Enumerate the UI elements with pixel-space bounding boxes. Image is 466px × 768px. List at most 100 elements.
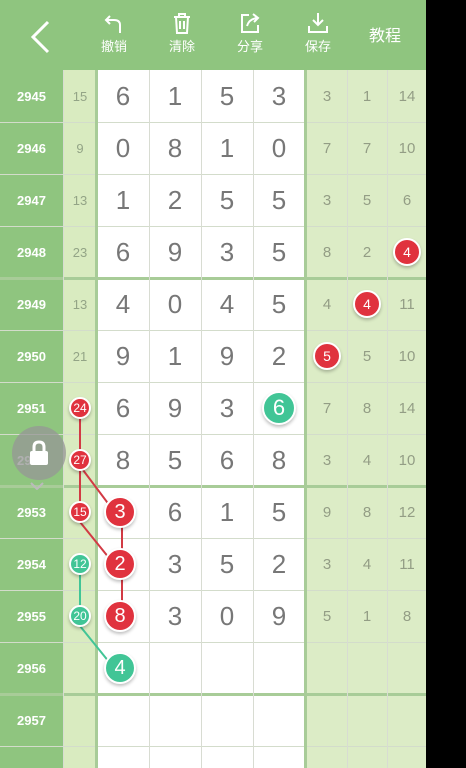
stat-cell[interactable] — [347, 642, 387, 694]
stat-cell[interactable] — [387, 694, 426, 746]
digit-cell[interactable]: 5 — [201, 174, 253, 226]
digit-cell[interactable]: 5 — [253, 174, 305, 226]
sum-value[interactable]: 13 — [63, 174, 97, 226]
digit-cell[interactable]: 1 — [201, 486, 253, 538]
back-button[interactable] — [18, 0, 62, 70]
digit-cell[interactable]: 6 — [97, 70, 149, 122]
stat-cell[interactable]: 14 — [387, 382, 426, 434]
stat-cell[interactable]: 10 — [387, 122, 426, 174]
stat-cell[interactable]: 9 — [307, 486, 347, 538]
stat-cell[interactable] — [347, 694, 387, 746]
stat-cell[interactable]: 7 — [307, 382, 347, 434]
stat-ball[interactable]: 5 — [313, 342, 341, 370]
stat-cell[interactable]: 11 — [387, 278, 426, 330]
digit-cell[interactable]: 6 — [201, 434, 253, 486]
digit-cell[interactable]: 9 — [253, 590, 305, 642]
sum-ball[interactable]: 27 — [69, 449, 91, 471]
digit-cell[interactable]: 3 — [253, 70, 305, 122]
digit-cell[interactable]: 6 — [97, 382, 149, 434]
digit-cell[interactable]: 5 — [201, 70, 253, 122]
digit-cell[interactable]: 5 — [253, 226, 305, 278]
digit-cell[interactable]: 2 — [253, 330, 305, 382]
digit-cell[interactable]: 0 — [201, 590, 253, 642]
digit-cell[interactable]: 2 — [253, 538, 305, 590]
digit-cell[interactable]: 0 — [149, 278, 201, 330]
digit-cell[interactable]: 1 — [149, 70, 201, 122]
stat-cell[interactable]: 1 — [347, 70, 387, 122]
digit-cell[interactable]: 8 — [253, 434, 305, 486]
stat-cell[interactable] — [307, 694, 347, 746]
sum-value[interactable] — [63, 694, 97, 746]
stat-cell[interactable]: 7 — [307, 122, 347, 174]
stat-cell[interactable]: 3 — [307, 434, 347, 486]
digit-cell[interactable]: 0 — [253, 122, 305, 174]
digit-ball[interactable]: 2 — [104, 548, 136, 580]
undo-button[interactable]: 撤销 — [92, 0, 136, 70]
digit-ball[interactable]: 8 — [104, 600, 136, 632]
digit-cell[interactable]: 9 — [149, 226, 201, 278]
sum-value[interactable]: 13 — [63, 278, 97, 330]
stat-cell[interactable] — [387, 642, 426, 694]
sum-value[interactable]: 15 — [63, 70, 97, 122]
stat-cell[interactable]: 8 — [347, 486, 387, 538]
digit-cell[interactable]: 6 — [149, 486, 201, 538]
sum-ball[interactable]: 24 — [69, 397, 91, 419]
stat-cell[interactable]: 12 — [387, 486, 426, 538]
digit-cell[interactable]: 4 — [201, 278, 253, 330]
stat-cell[interactable]: 8 — [347, 382, 387, 434]
digit-cell[interactable] — [149, 694, 201, 746]
stat-cell[interactable]: 1 — [347, 590, 387, 642]
digit-cell[interactable]: 3 — [201, 382, 253, 434]
stat-cell[interactable] — [307, 642, 347, 694]
digit-cell[interactable]: 6 — [97, 226, 149, 278]
stat-ball[interactable]: 4 — [353, 290, 381, 318]
digit-cell[interactable]: 1 — [97, 174, 149, 226]
save-button[interactable]: 保存 — [296, 0, 340, 70]
digit-cell[interactable]: 1 — [201, 122, 253, 174]
sum-ball[interactable]: 12 — [69, 553, 91, 575]
stat-cell[interactable]: 2 — [347, 226, 387, 278]
lock-button[interactable] — [12, 426, 66, 480]
clear-button[interactable]: 清除 — [160, 0, 204, 70]
stat-cell[interactable]: 5 — [307, 590, 347, 642]
digit-cell[interactable] — [253, 694, 305, 746]
digit-cell[interactable]: 1 — [149, 330, 201, 382]
digit-cell[interactable]: 0 — [97, 122, 149, 174]
digit-cell[interactable]: 3 — [149, 538, 201, 590]
digit-cell[interactable]: 3 — [201, 226, 253, 278]
digit-cell[interactable]: 2 — [149, 174, 201, 226]
stat-cell[interactable]: 3 — [307, 538, 347, 590]
stat-cell[interactable]: 8 — [307, 226, 347, 278]
sum-value[interactable]: 9 — [63, 122, 97, 174]
sum-value[interactable] — [63, 642, 97, 694]
stat-cell[interactable]: 14 — [387, 70, 426, 122]
stat-cell[interactable]: 11 — [387, 538, 426, 590]
stat-cell[interactable]: 3 — [307, 174, 347, 226]
stat-ball[interactable]: 4 — [393, 238, 421, 266]
digit-cell[interactable]: 5 — [149, 434, 201, 486]
digit-cell[interactable]: 5 — [253, 278, 305, 330]
stat-cell[interactable]: 4 — [307, 278, 347, 330]
digit-cell[interactable]: 9 — [97, 330, 149, 382]
share-button[interactable]: 分享 — [228, 0, 272, 70]
sum-value[interactable]: 21 — [63, 330, 97, 382]
stat-cell[interactable]: 6 — [387, 174, 426, 226]
digit-cell[interactable] — [253, 642, 305, 694]
digit-cell[interactable]: 4 — [97, 278, 149, 330]
stat-cell[interactable]: 10 — [387, 330, 426, 382]
digit-ball[interactable]: 6 — [262, 391, 296, 425]
sum-ball[interactable]: 15 — [69, 501, 91, 523]
stat-cell[interactable]: 8 — [387, 590, 426, 642]
tutorial-button[interactable]: 教程 — [360, 22, 410, 46]
digit-ball[interactable]: 4 — [104, 652, 136, 684]
digit-cell[interactable]: 9 — [149, 382, 201, 434]
digit-cell[interactable]: 3 — [149, 590, 201, 642]
stat-cell[interactable]: 10 — [387, 434, 426, 486]
digit-cell[interactable] — [201, 642, 253, 694]
stat-cell[interactable]: 7 — [347, 122, 387, 174]
sum-ball[interactable]: 20 — [69, 605, 91, 627]
digit-cell[interactable] — [201, 694, 253, 746]
digit-cell[interactable] — [97, 694, 149, 746]
stat-cell[interactable]: 3 — [307, 70, 347, 122]
digit-cell[interactable] — [149, 642, 201, 694]
